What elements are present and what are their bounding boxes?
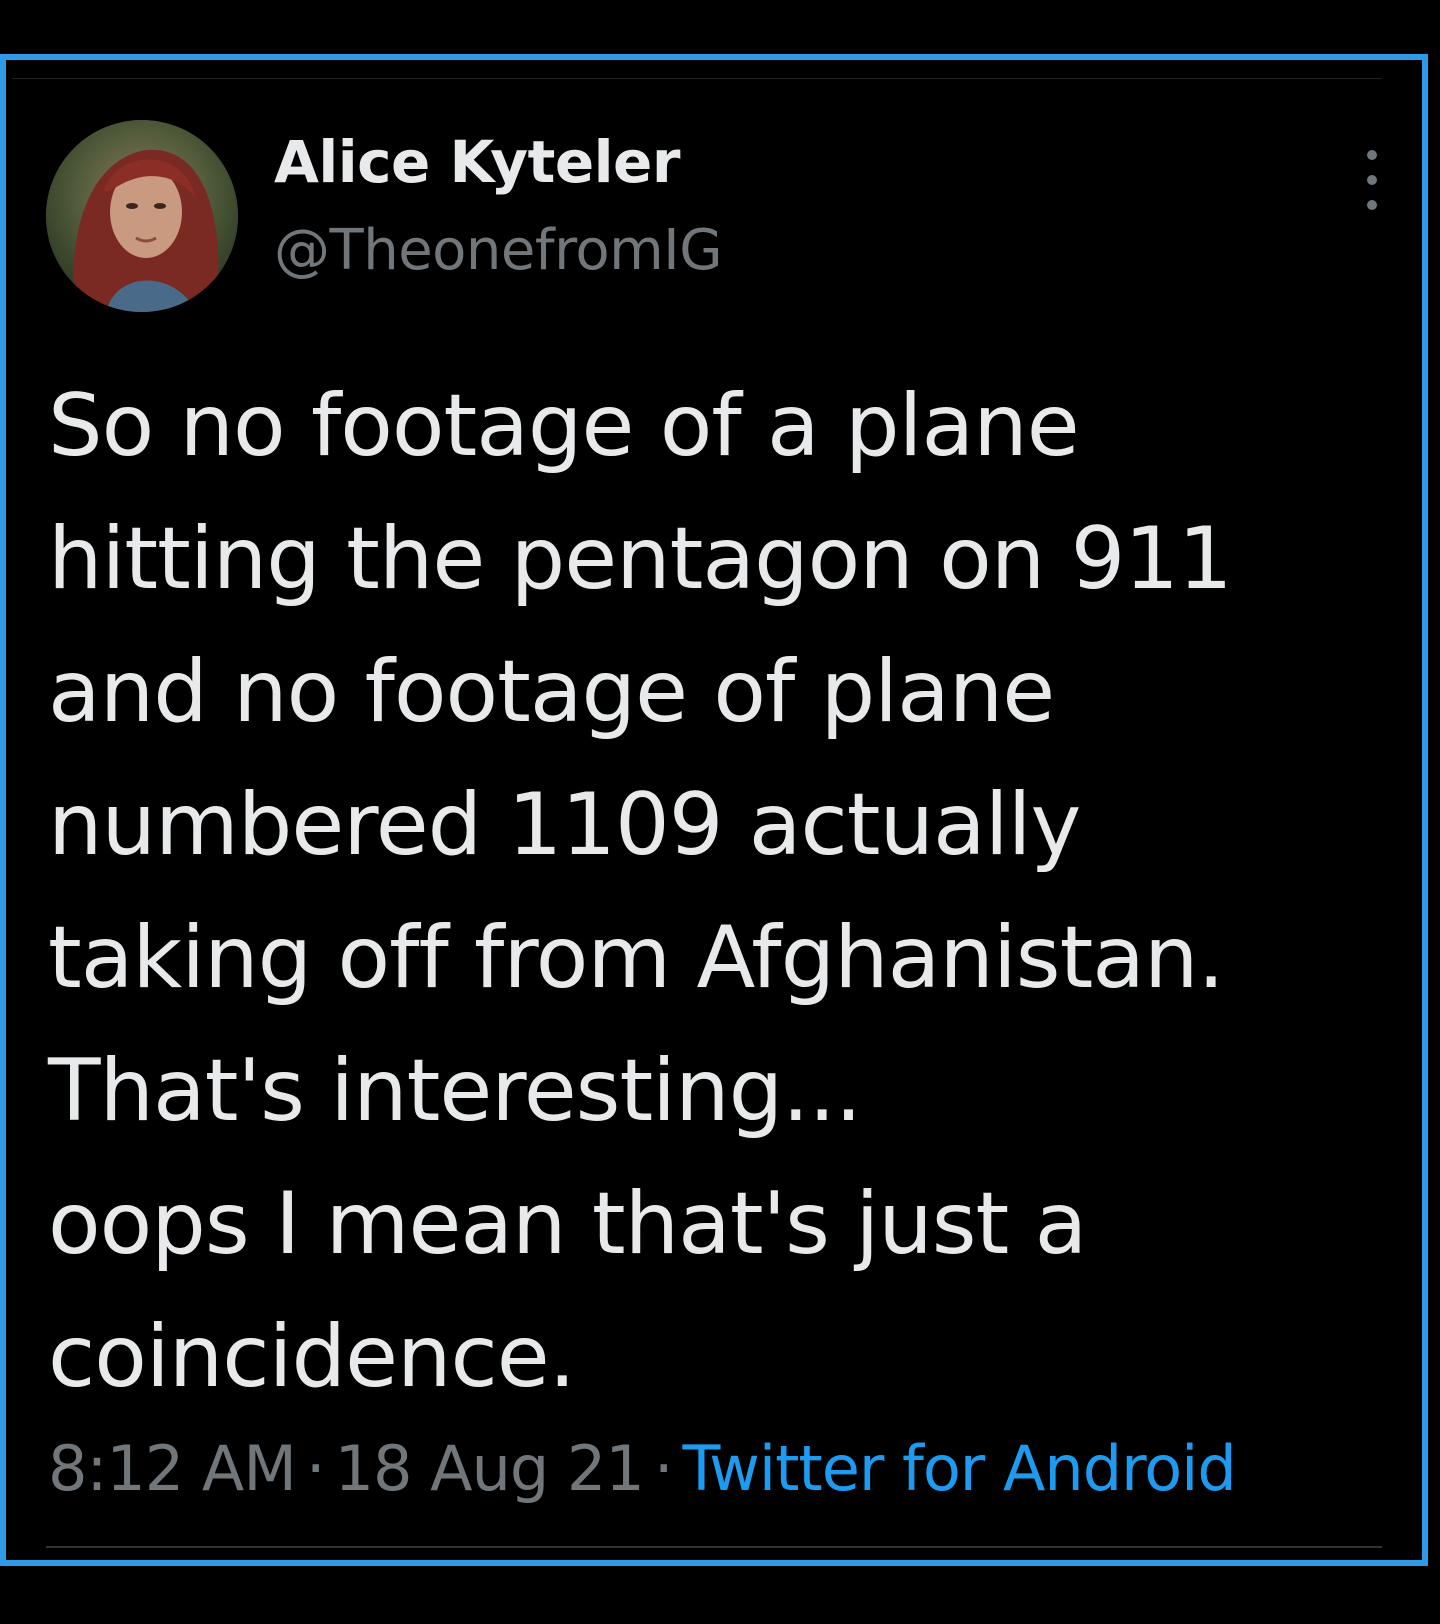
- author-handle[interactable]: @TheonefromIG: [274, 218, 723, 283]
- tweet-text-line: oops I mean that's just a: [48, 1174, 1087, 1274]
- tweet-source-link[interactable]: Twitter for Android: [683, 1432, 1237, 1505]
- more-dot: [1367, 200, 1377, 210]
- author-name[interactable]: Alice Kyteler: [274, 128, 681, 196]
- avatar-image: [46, 120, 238, 312]
- meta-separator: ·: [653, 1432, 674, 1505]
- tweet-text-line: coincidence.: [48, 1307, 576, 1407]
- tweet-text-line: and no footage of plane: [48, 642, 1055, 742]
- more-vertical-icon[interactable]: [1360, 150, 1384, 210]
- tweet-text-line: So no footage of a plane: [48, 376, 1080, 476]
- tweet-text-line: That's interesting...: [48, 1041, 862, 1141]
- divider-bottom: [46, 1546, 1382, 1548]
- tweet-text: So no footage of a plane hitting the pen…: [48, 360, 1388, 1424]
- divider-top: [12, 78, 1382, 79]
- tweet-text-line: hitting the pentagon on 911: [48, 509, 1233, 609]
- tweet-date[interactable]: 18 Aug 21: [335, 1432, 645, 1505]
- more-dot: [1367, 175, 1377, 185]
- tweet-meta: 8:12 AM · 18 Aug 21 · Twitter for Android: [48, 1432, 1237, 1505]
- screenshot-page: Alice Kyteler @TheonefromIG So no footag…: [0, 0, 1440, 1624]
- tweet-time[interactable]: 8:12 AM: [48, 1432, 297, 1505]
- tweet-card: Alice Kyteler @TheonefromIG So no footag…: [0, 54, 1428, 1566]
- avatar[interactable]: [46, 120, 238, 312]
- more-dot: [1367, 150, 1377, 160]
- tweet-text-line: taking off from Afghanistan.: [48, 908, 1225, 1008]
- meta-separator: ·: [305, 1432, 326, 1505]
- tweet-text-line: numbered 1109 actually: [48, 775, 1081, 875]
